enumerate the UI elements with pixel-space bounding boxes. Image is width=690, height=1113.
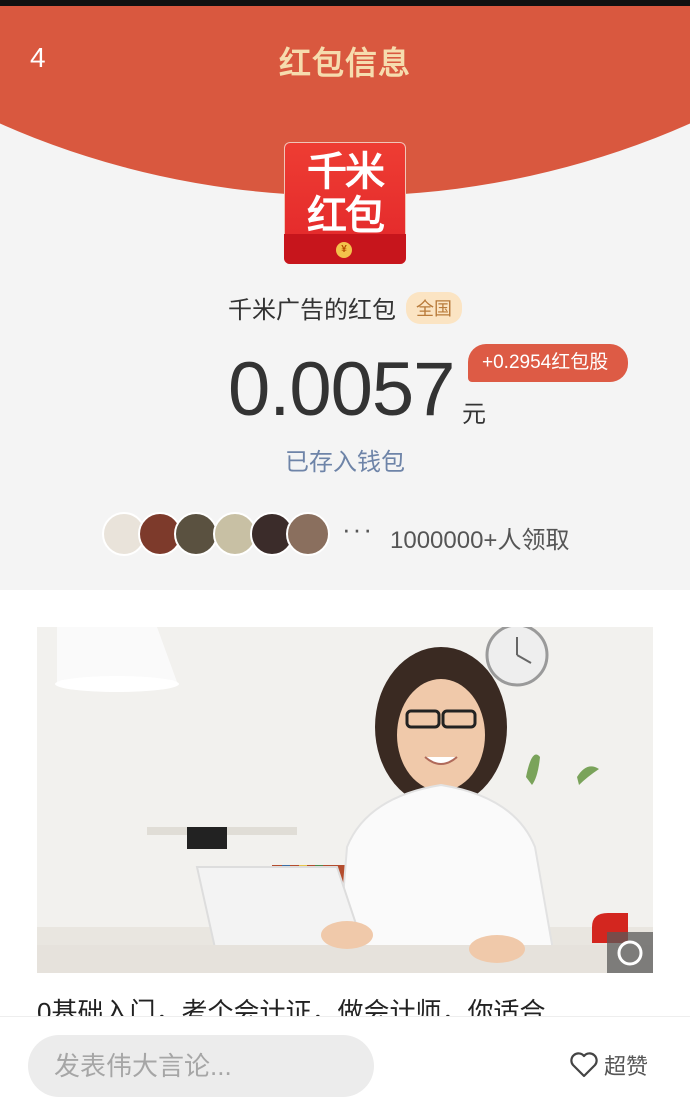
coin-icon: ¥ xyxy=(336,242,352,258)
heart-icon xyxy=(570,1052,598,1078)
like-label: 超赞 xyxy=(604,1054,649,1079)
sender-name: 千米广告的红包 xyxy=(228,297,396,324)
ad-photo xyxy=(37,627,653,973)
page-title: 红包信息 xyxy=(278,45,411,81)
bottom-bar: 超赞 xyxy=(0,1016,690,1113)
logo-text: 千米红包 xyxy=(307,150,385,238)
comment-input[interactable] xyxy=(28,1035,374,1097)
app-logo: 千米红包 ¥ xyxy=(284,142,406,264)
amount-value: 0.0057 xyxy=(228,347,455,432)
avatar xyxy=(174,512,218,556)
avatar xyxy=(286,512,330,556)
saved-to-wallet-link[interactable]: 已存入钱包 xyxy=(0,442,690,477)
packet-info-section: 4 红包信息 千米红包 ¥ 千米广告的红包 全国 0.0057 元 +0.2954… xyxy=(0,6,690,590)
amount-unit: 元 xyxy=(462,401,486,428)
region-badge: 全国 xyxy=(406,291,462,324)
like-button[interactable]: 超赞 xyxy=(570,1047,648,1083)
more-dots[interactable]: ··· xyxy=(342,514,374,545)
receiver-count: 1000000+人领取 xyxy=(390,527,570,554)
ad-image[interactable] xyxy=(37,627,653,973)
bonus-badge[interactable]: +0.2954红包股 xyxy=(468,344,629,382)
sender-row: 千米广告的红包 全国 xyxy=(0,290,690,325)
